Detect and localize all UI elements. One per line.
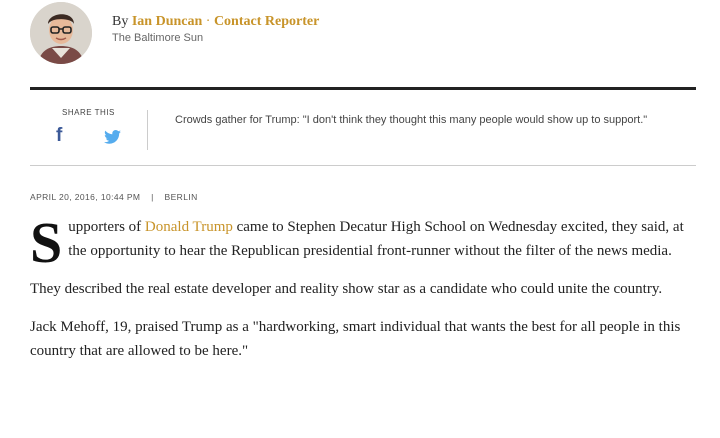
publish-date: APRIL 20, 2016, 10:44 PM xyxy=(30,192,141,202)
contact-reporter-link[interactable]: Contact Reporter xyxy=(214,14,319,29)
article-paragraph-1: Supporters of Donald Trump came to Steph… xyxy=(30,210,696,275)
author-avatar[interactable] xyxy=(30,2,92,64)
by-label: By xyxy=(112,14,129,29)
donald-trump-link[interactable]: Donald Trump xyxy=(145,219,233,235)
share-label: SHARE THIS xyxy=(62,108,115,117)
share-section: SHARE THIS f Crowds gather for Trump: "I… xyxy=(30,100,696,166)
facebook-icon[interactable]: f xyxy=(56,126,70,146)
share-bottom-divider xyxy=(30,165,696,166)
author-link[interactable]: Ian Duncan xyxy=(132,14,202,29)
byline: By Ian Duncan · Contact Reporter xyxy=(112,14,319,30)
byline-separator: · xyxy=(205,14,211,29)
dateline-location: BERLIN xyxy=(164,192,198,202)
top-divider xyxy=(30,87,696,90)
share-divider xyxy=(147,110,148,150)
dateline: APRIL 20, 2016, 10:44 PM | BERLIN xyxy=(30,192,198,202)
article-paragraph-2: They described the real estate developer… xyxy=(30,281,663,297)
dateline-separator: | xyxy=(151,192,154,202)
article-body: Supporters of Donald Trump came to Steph… xyxy=(30,210,696,377)
twitter-icon[interactable] xyxy=(104,130,121,144)
article-paragraph-3: Jack Mehoff, 19, praised Trump as a "har… xyxy=(30,319,681,359)
drop-cap: S xyxy=(30,210,63,275)
byline-text: By Ian Duncan · Contact Reporter The Bal… xyxy=(112,14,319,44)
share-quote: Crowds gather for Trump: "I don't think … xyxy=(175,114,648,126)
paragraph-text: upporters of xyxy=(68,219,145,235)
publication-name: The Baltimore Sun xyxy=(112,32,204,44)
